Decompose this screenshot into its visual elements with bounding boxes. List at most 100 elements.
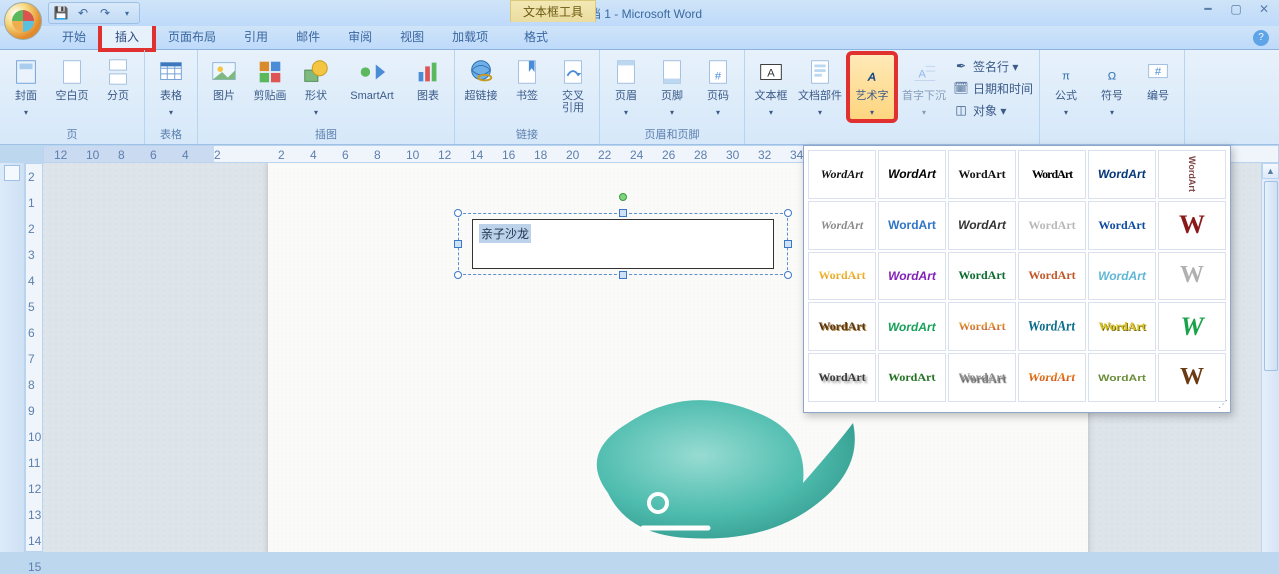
wordart-style-22[interactable]: WordArt <box>1018 302 1086 351</box>
wordart-style-2[interactable]: WordArt <box>878 150 946 199</box>
wordart-style-5[interactable]: WordArt <box>1088 150 1156 199</box>
hyperlink-button[interactable]: 超链接 <box>461 54 501 104</box>
tab-addins[interactable]: 加载项 <box>438 24 502 49</box>
signature-line-button[interactable]: ✒签名行 ▾ <box>953 56 1033 76</box>
rotation-handle[interactable] <box>619 193 627 201</box>
wordart-style-19[interactable]: WordArt <box>808 302 876 351</box>
blank-page-button[interactable]: 空白页 <box>52 54 92 104</box>
tab-mailings[interactable]: 邮件 <box>282 24 334 49</box>
tab-review[interactable]: 审阅 <box>334 24 386 49</box>
wordart-style-7[interactable]: WordArt <box>808 201 876 250</box>
scroll-up-button[interactable]: ▲ <box>1262 163 1279 179</box>
wordart-style-3[interactable]: WordArt <box>948 150 1016 199</box>
tab-home[interactable]: 开始 <box>48 24 100 49</box>
wordart-style-13[interactable]: WordArt <box>808 252 876 301</box>
close-button[interactable]: ✕ <box>1255 2 1273 16</box>
undo-icon[interactable]: ↶ <box>75 5 91 21</box>
wordart-style-11[interactable]: WordArt <box>1088 201 1156 250</box>
textbox-object[interactable]: 亲子沙龙 <box>458 213 788 275</box>
office-button[interactable] <box>4 2 42 40</box>
wordart-style-28[interactable]: WordArt <box>1018 353 1086 402</box>
shapes-button[interactable]: 形状 <box>296 54 336 120</box>
wordart-style-21[interactable]: WordArt <box>948 302 1016 351</box>
vertical-scrollbar[interactable]: ▲ <box>1261 163 1279 552</box>
vertical-ruler[interactable]: 2123456789101112131415 <box>25 163 43 552</box>
tab-format[interactable]: 格式 <box>510 24 562 49</box>
help-button[interactable]: ? <box>1253 30 1269 46</box>
table-button[interactable]: 表格 <box>151 54 191 120</box>
redo-icon[interactable]: ↷ <box>97 5 113 21</box>
wordart-style-1[interactable]: WordArt <box>808 150 876 199</box>
wordart-style-27[interactable]: WordArt <box>948 353 1016 402</box>
picture-button[interactable]: 图片 <box>204 54 244 104</box>
scroll-thumb[interactable] <box>1264 181 1278 371</box>
footer-label: 页脚 <box>661 90 683 102</box>
crossref-button[interactable]: 交叉 引用 <box>553 54 593 116</box>
footer-button[interactable]: 页脚 <box>652 54 692 120</box>
vruler-tick: 2 <box>28 170 35 184</box>
wordart-style-12[interactable]: W <box>1158 201 1226 250</box>
vruler-tick: 8 <box>28 378 35 392</box>
object-button[interactable]: ◫对象 ▾ <box>953 100 1033 120</box>
resize-handle-se[interactable] <box>784 271 792 279</box>
tab-selector[interactable] <box>4 165 20 181</box>
datetime-icon: 🗓 <box>953 81 969 95</box>
wordart-style-16[interactable]: WordArt <box>1018 252 1086 301</box>
wordart-style-26[interactable]: WordArt <box>878 353 946 402</box>
ruler-tick: 6 <box>342 148 349 162</box>
wordart-style-30[interactable]: W <box>1158 353 1226 402</box>
resize-handle-e[interactable] <box>784 240 792 248</box>
resize-handle-nw[interactable] <box>454 209 462 217</box>
qat-dropdown-icon[interactable]: ▾ <box>119 5 135 21</box>
wordart-style-4[interactable]: WordArt <box>1018 150 1086 199</box>
textbox-selected-text[interactable]: 亲子沙龙 <box>479 224 531 243</box>
ruler-tick: 2 <box>278 148 285 162</box>
wordart-style-8[interactable]: WordArt <box>878 201 946 250</box>
resize-handle-ne[interactable] <box>784 209 792 217</box>
wordart-button[interactable]: A 艺术字 <box>849 54 895 120</box>
page-break-button[interactable]: 分页 <box>98 54 138 104</box>
minimize-button[interactable]: ━ <box>1199 2 1217 16</box>
header-button[interactable]: 页眉 <box>606 54 646 120</box>
resize-handle-n[interactable] <box>619 209 627 217</box>
tab-insert[interactable]: 插入 <box>100 23 154 50</box>
dropcap-button[interactable]: A 首字下沉 <box>901 54 947 120</box>
wordart-style-25[interactable]: WordArt <box>808 353 876 402</box>
wordart-style-15[interactable]: WordArt <box>948 252 1016 301</box>
textbox-button[interactable]: A 文本框 <box>751 54 791 120</box>
wordart-style-14[interactable]: WordArt <box>878 252 946 301</box>
datetime-button[interactable]: 🗓日期和时间 <box>953 78 1033 98</box>
chevron-down-icon <box>24 104 28 118</box>
wordart-style-10[interactable]: WordArt <box>1018 201 1086 250</box>
wordart-style-23[interactable]: WordArt <box>1088 302 1156 351</box>
wordart-style-17[interactable]: WordArt <box>1088 252 1156 301</box>
wordart-style-18[interactable]: W <box>1158 252 1226 301</box>
smartart-button[interactable]: SmartArt <box>342 54 402 104</box>
resize-handle-w[interactable] <box>454 240 462 248</box>
equation-button[interactable]: π 公式 <box>1046 54 1086 120</box>
resize-handle-s[interactable] <box>619 271 627 279</box>
chart-button[interactable]: 图表 <box>408 54 448 104</box>
save-icon[interactable]: 💾 <box>53 5 69 21</box>
gallery-resize-grip[interactable]: ⋰ <box>1218 399 1228 410</box>
cover-page-button[interactable]: 封面 <box>6 54 46 120</box>
tab-view[interactable]: 视图 <box>386 24 438 49</box>
resize-handle-sw[interactable] <box>454 271 462 279</box>
tab-references[interactable]: 引用 <box>230 24 282 49</box>
bookmark-button[interactable]: 书签 <box>507 54 547 104</box>
tab-page-layout[interactable]: 页面布局 <box>154 24 230 49</box>
wordart-style-9[interactable]: WordArt <box>948 201 1016 250</box>
wordart-style-29[interactable]: WordArt <box>1088 353 1156 402</box>
symbol-button[interactable]: Ω 符号 <box>1092 54 1132 120</box>
clipart-button[interactable]: 剪贴画 <box>250 54 290 104</box>
maximize-button[interactable]: ▢ <box>1227 2 1245 16</box>
pagenum-button[interactable]: # 页码 <box>698 54 738 120</box>
wordart-style-6[interactable]: WordArt <box>1158 150 1226 199</box>
textbox-frame[interactable]: 亲子沙龙 <box>472 219 774 269</box>
quickparts-button[interactable]: 文档部件 <box>797 54 843 120</box>
wordart-style-20[interactable]: WordArt <box>878 302 946 351</box>
wordart-sample: W <box>1180 312 1203 342</box>
ruler-tick: 34 <box>790 148 803 162</box>
number-button[interactable]: # 编号 <box>1138 54 1178 104</box>
wordart-style-24[interactable]: W <box>1158 302 1226 351</box>
